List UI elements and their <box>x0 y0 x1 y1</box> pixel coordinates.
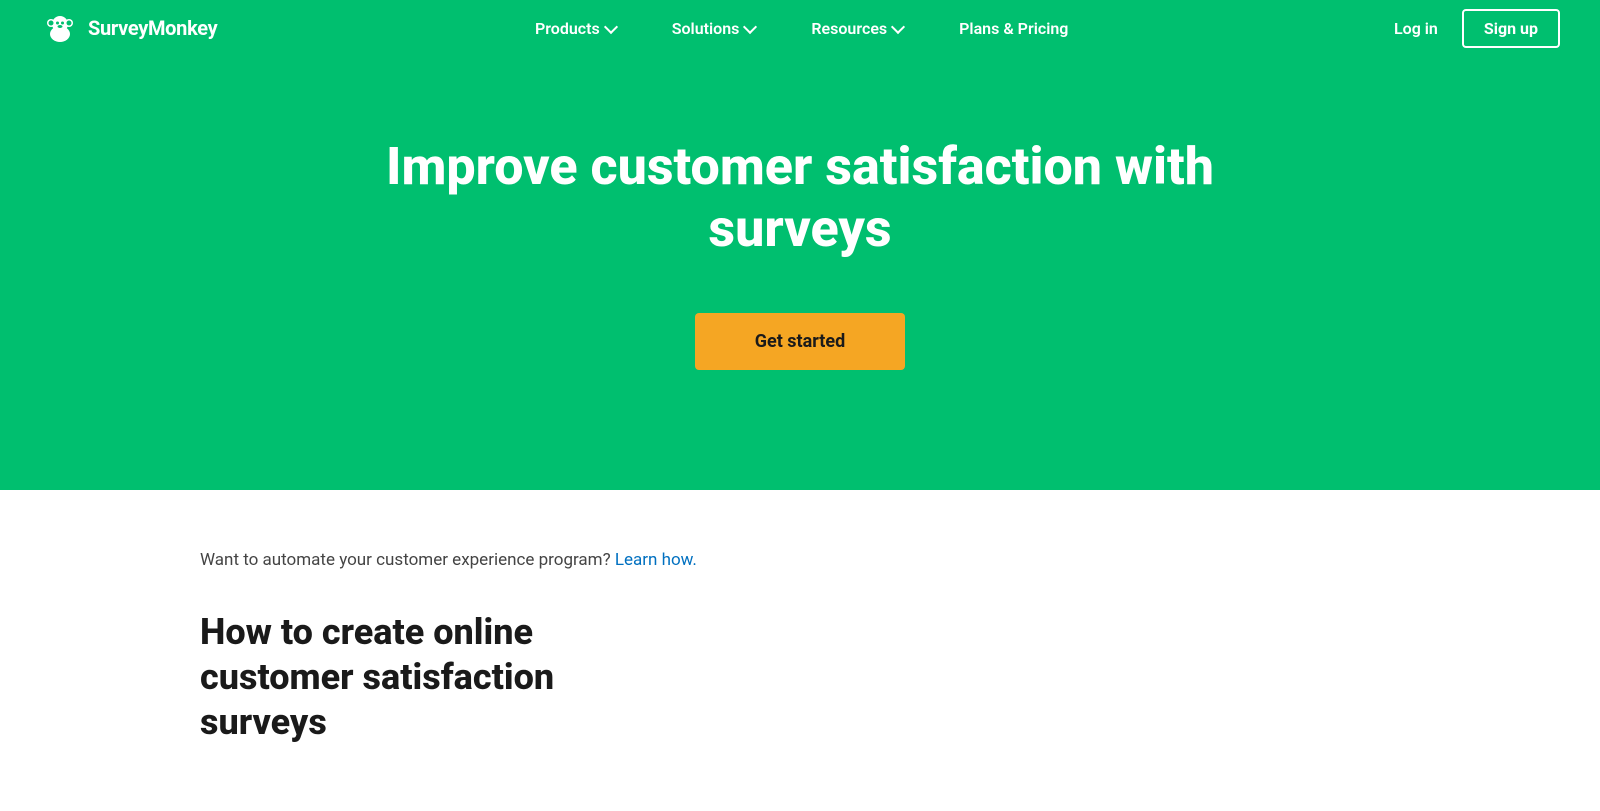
nav-label-resources: Resources <box>811 19 887 38</box>
chevron-down-icon <box>743 19 757 33</box>
logo-icon <box>40 8 80 48</box>
nav-auth: Log in Sign up <box>1386 9 1560 48</box>
nav-item-plans-pricing[interactable]: Plans & Pricing <box>931 0 1096 56</box>
nav-label-solutions: Solutions <box>672 19 740 38</box>
get-started-button[interactable]: Get started <box>695 313 906 370</box>
nav-item-solutions[interactable]: Solutions <box>644 0 784 56</box>
content-section: Want to automate your customer experienc… <box>0 490 1600 785</box>
chevron-down-icon <box>891 19 905 33</box>
promo-text: Want to automate your customer experienc… <box>200 550 1400 570</box>
chevron-down-icon <box>604 19 618 33</box>
navbar: SurveyMonkey Products Solutions Resource… <box>0 0 1600 56</box>
hero-title: Improve customer satisfaction with surve… <box>370 136 1230 261</box>
nav-label-plans-pricing: Plans & Pricing <box>959 19 1068 38</box>
logo[interactable]: SurveyMonkey <box>40 8 217 48</box>
nav-label-products: Products <box>535 19 600 38</box>
login-link[interactable]: Log in <box>1386 19 1446 38</box>
section-title: How to create online customer satisfacti… <box>200 610 680 745</box>
nav-links: Products Solutions Resources Plans & Pri… <box>217 0 1386 56</box>
promo-link[interactable]: Learn how. <box>615 550 697 570</box>
nav-item-products[interactable]: Products <box>507 0 644 56</box>
brand-name: SurveyMonkey <box>88 16 217 40</box>
hero-section: Improve customer satisfaction with surve… <box>0 56 1600 490</box>
signup-button[interactable]: Sign up <box>1462 9 1560 48</box>
nav-item-resources[interactable]: Resources <box>783 0 931 56</box>
